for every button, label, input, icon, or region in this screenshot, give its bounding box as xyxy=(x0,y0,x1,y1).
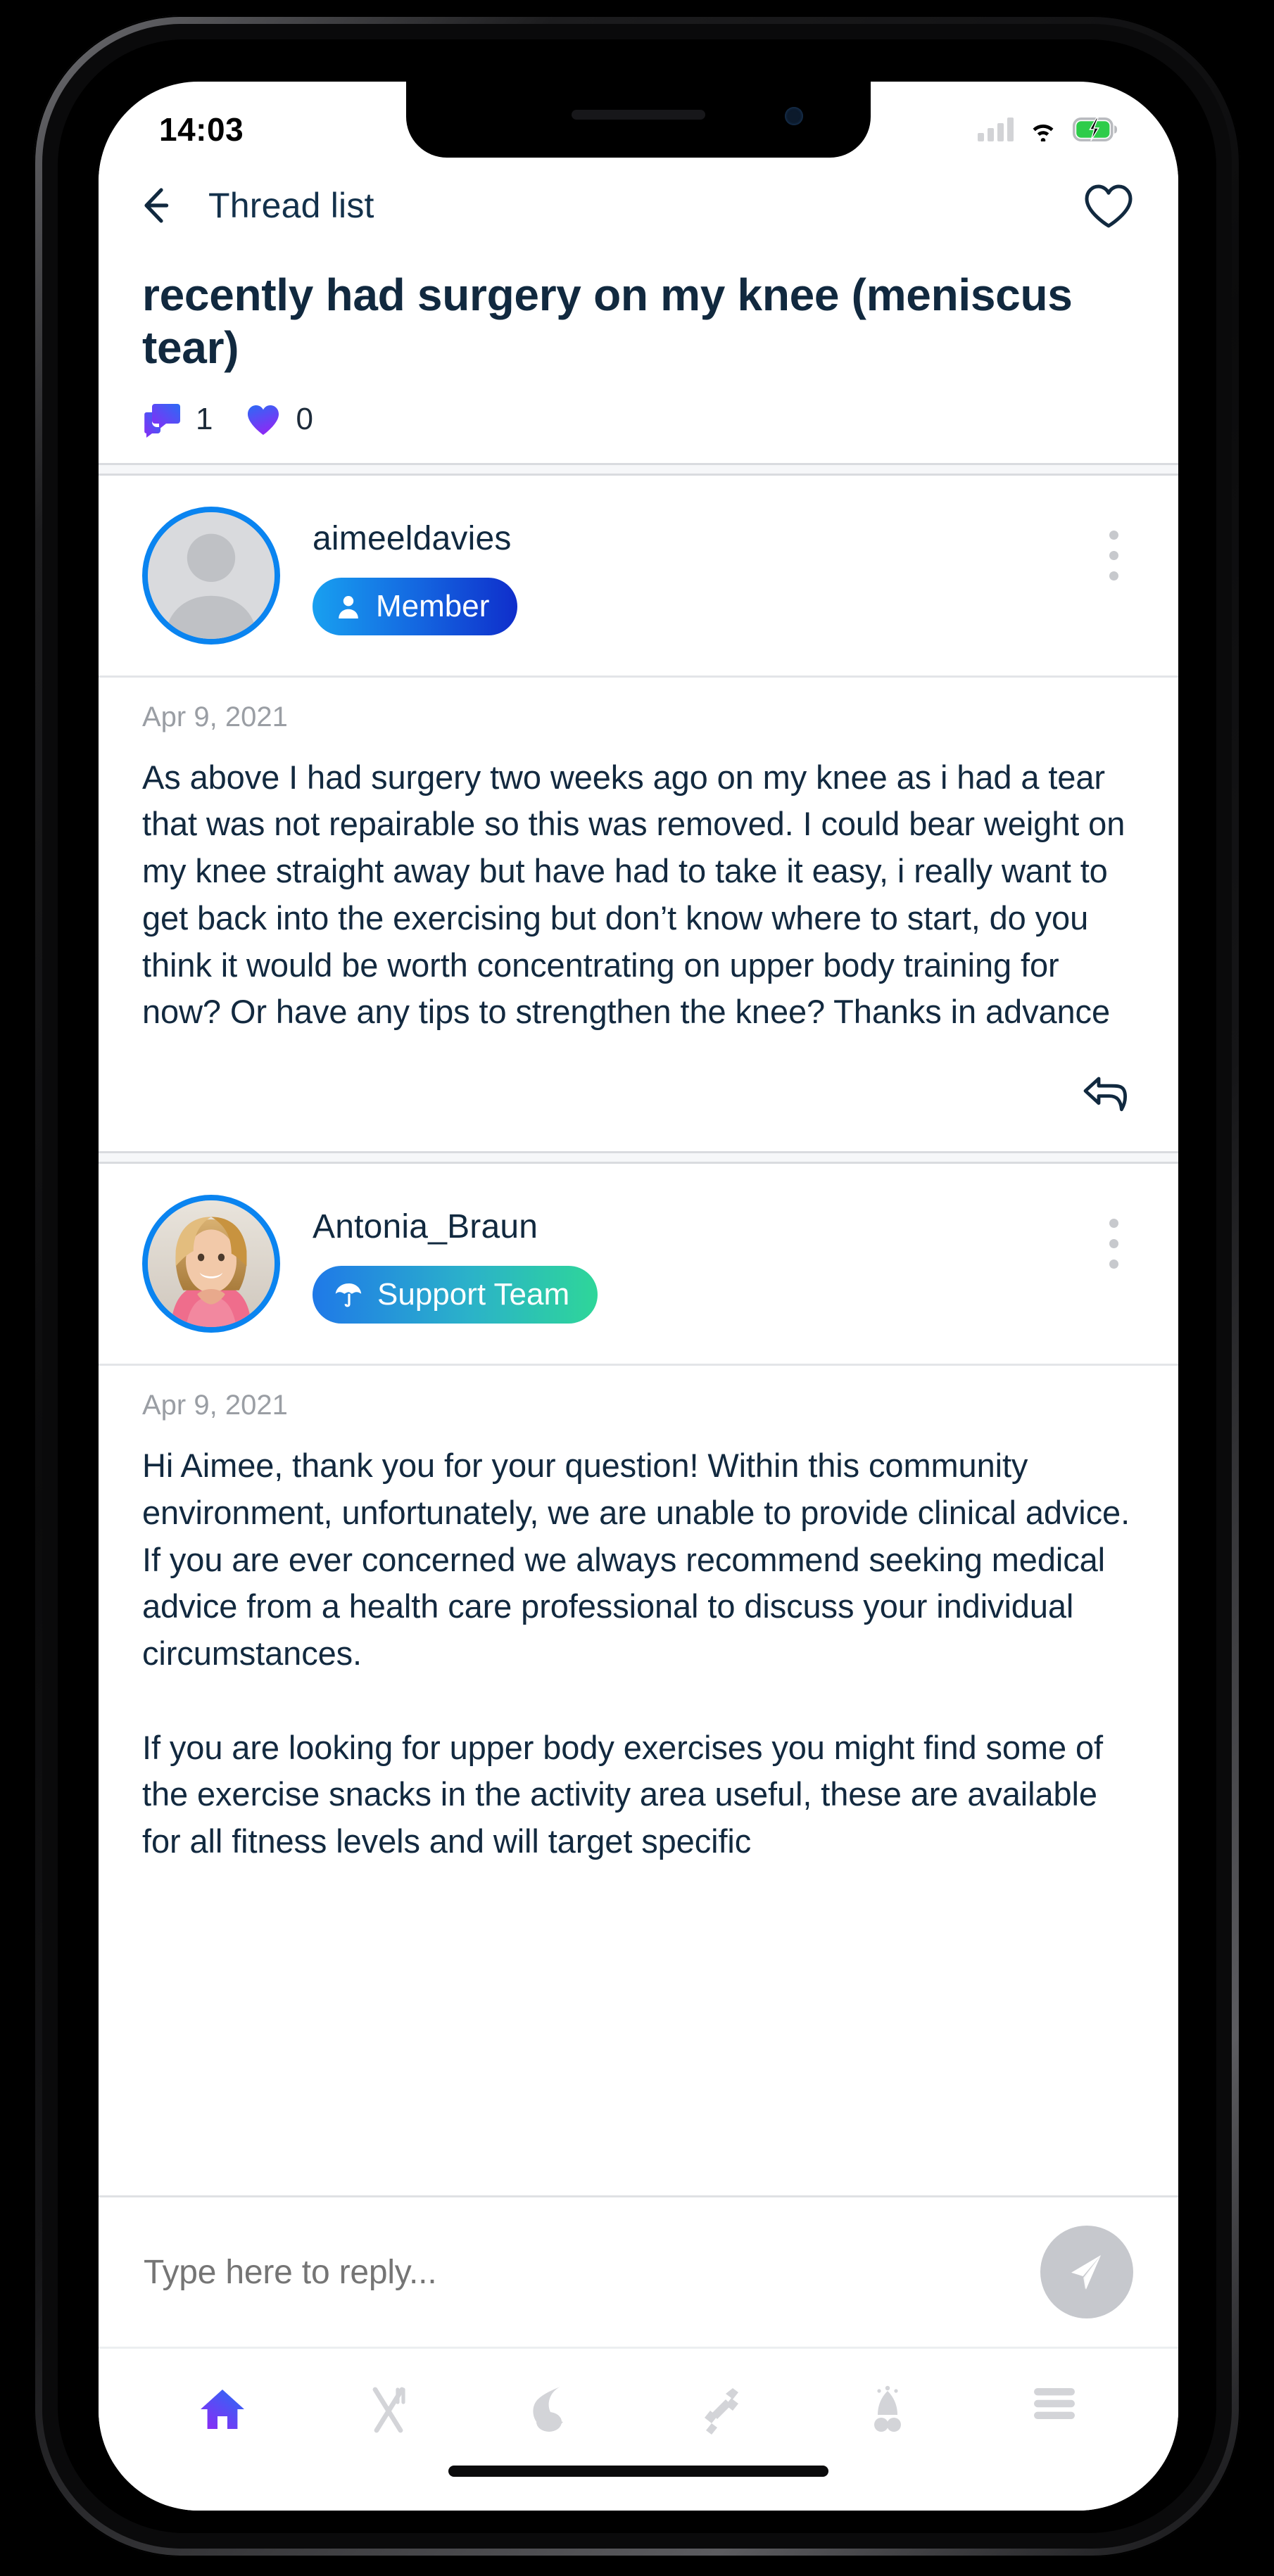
thread-content[interactable]: recently had surgery on my knee (meniscu… xyxy=(99,250,1178,2195)
post-body: Apr 9, 2021 As above I had surgery two w… xyxy=(99,678,1178,1043)
post-header: aimeeldavies Member xyxy=(99,476,1178,675)
avatar[interactable] xyxy=(142,1195,280,1333)
thread-header: recently had surgery on my knee (meniscu… xyxy=(99,250,1178,463)
nav-bar: Thread list xyxy=(99,160,1178,250)
phone-inner-frame: 14:03 Thread list recently had surgery o… xyxy=(42,24,1232,2549)
tab-sleep[interactable] xyxy=(472,2384,638,2433)
post-text: As above I had surgery two weeks ago on … xyxy=(142,758,1135,1031)
back-button[interactable]: Thread list xyxy=(142,185,374,226)
post-menu-button[interactable] xyxy=(1092,1195,1135,1269)
battery-charging-icon xyxy=(1073,118,1117,141)
arrow-left-icon xyxy=(144,188,169,223)
role-badge-label: Member xyxy=(376,588,490,623)
tab-goals[interactable] xyxy=(805,2384,971,2436)
comments-icon xyxy=(144,403,180,438)
send-paper-plane-icon xyxy=(1071,2255,1101,2290)
section-divider xyxy=(99,1151,1178,1165)
reply-arrow-icon[interactable] xyxy=(1078,1071,1135,1119)
status-icons xyxy=(978,118,1118,141)
post-author[interactable]: Antonia_Braun xyxy=(313,1207,1092,1246)
avatar[interactable] xyxy=(142,506,280,645)
cellular-bars-icon xyxy=(978,118,1014,141)
post-meta: aimeeldavies Member xyxy=(313,507,1092,635)
thread-title: recently had surgery on my knee (meniscu… xyxy=(142,269,1073,373)
tab-nutrition[interactable] xyxy=(305,2384,472,2435)
hamburger-menu-icon xyxy=(1033,2388,1075,2419)
role-badge-support-team: Support Team xyxy=(313,1266,598,1324)
reply-bar xyxy=(99,2195,1178,2349)
heart-outline-icon[interactable] xyxy=(1083,182,1135,229)
likes-count: 0 xyxy=(296,401,313,436)
tab-home[interactable] xyxy=(139,2384,305,2435)
thread-stats: 1 0 xyxy=(142,400,1135,439)
post-item: Antonia_Braun Support Team Apr 9, 2021 H… xyxy=(99,1164,1178,1872)
nav-title: Thread list xyxy=(208,186,374,225)
post-author[interactable]: aimeeldavies xyxy=(313,519,1092,558)
post-meta: Antonia_Braun Support Team xyxy=(313,1195,1092,1324)
phone-frame: 14:03 Thread list recently had surgery o… xyxy=(34,15,1240,2557)
heart-filled-icon xyxy=(248,405,279,435)
phone-bezel: 14:03 Thread list recently had surgery o… xyxy=(58,39,1216,2533)
tab-activity[interactable] xyxy=(638,2384,805,2435)
post-header: Antonia_Braun Support Team xyxy=(99,1164,1178,1364)
post-date: Apr 9, 2021 xyxy=(142,701,288,732)
moon-cloud-icon xyxy=(533,2387,563,2432)
tab-menu[interactable] xyxy=(971,2384,1137,2423)
wifi-icon xyxy=(1033,125,1054,141)
home-indicator xyxy=(448,2466,828,2477)
person-icon xyxy=(339,595,358,618)
replies-count: 1 xyxy=(196,401,213,436)
reply-input[interactable] xyxy=(144,2252,1040,2292)
phone-screen: 14:03 Thread list recently had surgery o… xyxy=(99,82,1178,2511)
post-actions xyxy=(99,1043,1178,1151)
avatar-photo xyxy=(148,1200,275,1328)
earpiece-speaker xyxy=(572,110,705,120)
post-item: aimeeldavies Member Apr 9, 2021 As above… xyxy=(99,475,1178,1152)
umbrella-icon xyxy=(335,1283,362,1307)
replies-stat[interactable]: 1 xyxy=(142,400,213,439)
send-button[interactable] xyxy=(1040,2226,1133,2318)
post-menu-button[interactable] xyxy=(1092,507,1135,580)
dumbbell-icon xyxy=(705,2388,739,2435)
notch xyxy=(406,82,871,158)
likes-stat[interactable]: 0 xyxy=(245,401,313,438)
home-icon xyxy=(201,2390,245,2429)
status-time: 14:03 xyxy=(159,111,244,148)
tab-bar xyxy=(99,2349,1178,2511)
post-date: Apr 9, 2021 xyxy=(142,1390,288,1421)
avatar-placeholder-icon xyxy=(148,512,275,639)
front-camera xyxy=(785,107,803,125)
post-body: Apr 9, 2021 Hi Aimee, thank you for your… xyxy=(99,1366,1178,1872)
role-badge-member: Member xyxy=(313,577,518,635)
section-divider xyxy=(99,462,1178,476)
rocket-icon xyxy=(874,2385,902,2432)
screenshot-stage: 14:03 Thread list recently had surgery o… xyxy=(0,0,1274,2576)
cutlery-icon xyxy=(373,2387,406,2433)
post-text: Hi Aimee, thank you for your question! W… xyxy=(142,1447,1130,1860)
role-badge-label: Support Team xyxy=(377,1277,570,1312)
